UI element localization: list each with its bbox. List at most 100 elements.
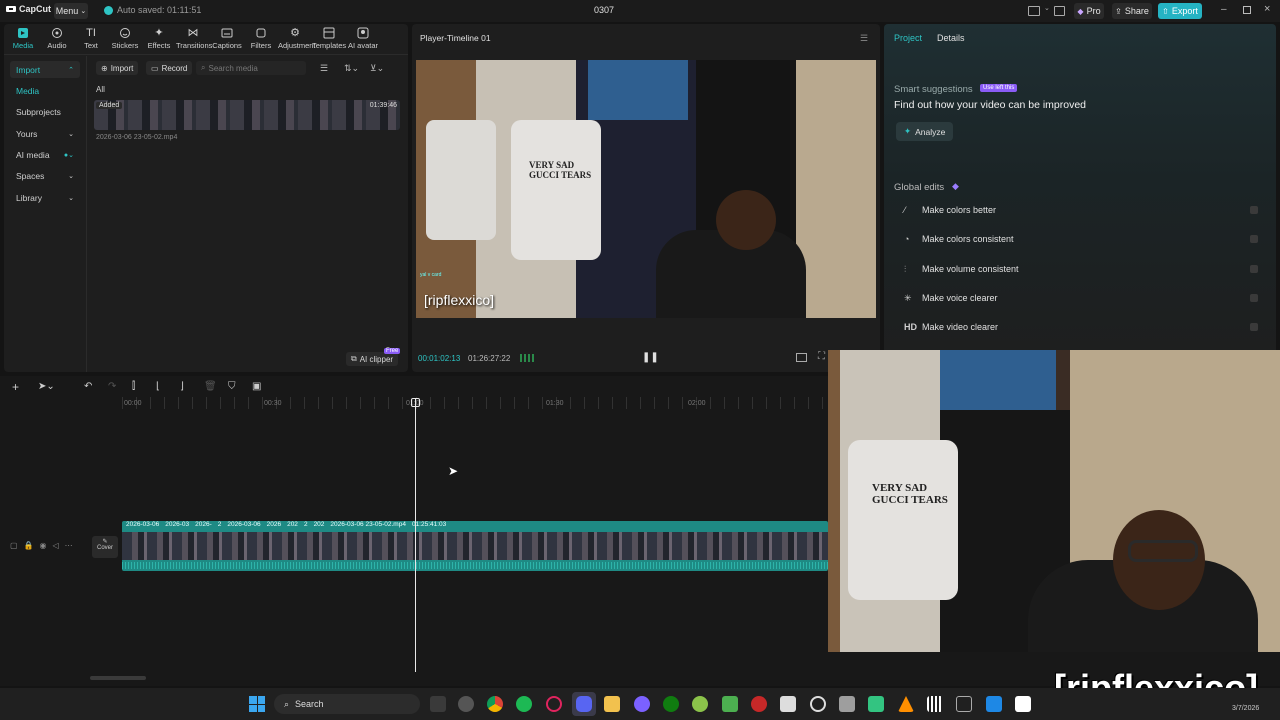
- audio-icon[interactable]: ◁: [53, 541, 65, 550]
- undo-icon[interactable]: ↶: [84, 381, 96, 393]
- trim-left-icon[interactable]: ⌊: [156, 381, 168, 393]
- project-title[interactable]: 0307: [594, 5, 614, 15]
- audio-app-icon[interactable]: [927, 696, 943, 712]
- sidebar-item-subprojects[interactable]: Subprojects: [10, 103, 80, 120]
- share-button[interactable]: ⇪ Share: [1112, 3, 1152, 19]
- clip-label: 2026-03-06: [227, 521, 261, 528]
- search-media-input[interactable]: ⌕ Search media: [196, 61, 306, 75]
- timeline-scrollbar[interactable]: [90, 676, 146, 680]
- tool-effects[interactable]: ✦ Effects: [142, 27, 176, 50]
- trim-right-icon[interactable]: ⌋: [180, 381, 192, 393]
- sidebar-item-ai-media[interactable]: AI media ●⌄: [10, 146, 80, 163]
- shortcut-icon[interactable]: [1054, 6, 1065, 16]
- edit-make-video-clearer[interactable]: HD Make video clearer: [894, 314, 1264, 340]
- minimize-icon[interactable]: –: [1221, 4, 1227, 15]
- tool-filters[interactable]: Filters: [244, 27, 278, 50]
- edit-make-voice-clearer[interactable]: ✳ Make voice clearer: [894, 285, 1264, 311]
- cover-icon[interactable]: ▢: [10, 541, 24, 550]
- cover-button[interactable]: ✎ Cover: [92, 536, 118, 558]
- webcam-overlay: VERY SAD GUCCI TEARS: [828, 350, 1280, 652]
- add-track-icon[interactable]: +: [12, 381, 24, 393]
- tool-transitions[interactable]: ⋈ Transitions: [176, 27, 212, 50]
- toggle[interactable]: [1250, 265, 1258, 273]
- capcut-taskbar-icon[interactable]: [780, 696, 796, 712]
- split-icon[interactable]: ⫿: [132, 381, 144, 393]
- layout-icon[interactable]: [1028, 6, 1040, 16]
- blue-app-icon[interactable]: [986, 696, 1002, 712]
- filter-all[interactable]: All: [96, 85, 105, 94]
- chatgpt-icon[interactable]: [810, 696, 826, 712]
- maximize-icon[interactable]: [1243, 6, 1251, 14]
- sidebar-item-import[interactable]: Import ⌃: [10, 61, 80, 78]
- toggle[interactable]: [1250, 323, 1258, 331]
- time-ruler[interactable]: [122, 397, 828, 409]
- import-button[interactable]: ⊕ Import: [96, 61, 139, 75]
- tool-audio[interactable]: Audio: [40, 27, 74, 50]
- marker-icon[interactable]: ⛉: [228, 381, 240, 393]
- tool-text[interactable]: TI Text: [74, 27, 108, 50]
- filter-icon[interactable]: ⊻⌄: [370, 63, 384, 74]
- close-icon[interactable]: ×: [1264, 3, 1270, 15]
- player-menu-icon[interactable]: ☰: [860, 33, 868, 44]
- opera-icon[interactable]: [546, 696, 562, 712]
- spotify-icon[interactable]: [516, 696, 532, 712]
- tab-details[interactable]: Details: [937, 33, 965, 43]
- app-icon[interactable]: [634, 696, 650, 712]
- fullscreen-icon[interactable]: ⛶: [818, 351, 825, 362]
- chrome-icon[interactable]: [487, 696, 503, 712]
- edit-make-colors-better[interactable]: ⁄ Make colors better: [894, 197, 1264, 223]
- android-icon[interactable]: [692, 696, 708, 712]
- visibility-icon[interactable]: ◉: [40, 541, 53, 550]
- tool-adjustment[interactable]: ⚙ Adjustment: [278, 27, 316, 50]
- chevron-down-icon[interactable]: ⌄: [1044, 4, 1050, 12]
- tool-media[interactable]: Media: [6, 27, 40, 50]
- game-icon[interactable]: [722, 696, 738, 712]
- record-button[interactable]: ▭ Record: [146, 61, 193, 75]
- xbox-icon[interactable]: [663, 696, 679, 712]
- video-preview[interactable]: VERY SAD GUCCI TEARS yal v card [ripflexx…: [416, 60, 876, 318]
- github-icon[interactable]: [458, 696, 474, 712]
- select-tool-icon[interactable]: ➤⌄: [38, 381, 55, 393]
- capcut-app-icon[interactable]: [1015, 696, 1031, 712]
- toggle[interactable]: [1250, 294, 1258, 302]
- sidebar-item-yours[interactable]: Yours ⌄: [10, 125, 80, 142]
- media-clip-thumbnail[interactable]: Added 01:39:46: [94, 100, 400, 130]
- tool-stickers[interactable]: Stickers: [108, 27, 142, 50]
- pro-button[interactable]: ◆ Pro: [1074, 3, 1104, 19]
- task-view-icon[interactable]: [430, 696, 446, 712]
- ai-clipper-button[interactable]: ⧉ AI clipper: [346, 352, 399, 366]
- grid-app-icon[interactable]: [956, 696, 972, 712]
- delete-icon[interactable]: 🗑: [204, 381, 217, 393]
- toggle[interactable]: [1250, 206, 1258, 214]
- lock-icon[interactable]: 🔒: [24, 541, 40, 550]
- pause-icon[interactable]: ❚❚: [642, 352, 659, 363]
- playhead-handle[interactable]: [411, 398, 420, 407]
- freeze-icon[interactable]: ▣: [252, 381, 264, 393]
- list-view-icon[interactable]: ☰: [320, 63, 328, 74]
- windows-start-icon[interactable]: [249, 696, 265, 712]
- edit-make-volume-consistent[interactable]: ⫶ Make volume consistent: [894, 256, 1264, 282]
- toggle[interactable]: [1250, 235, 1258, 243]
- sidebar-item-spaces[interactable]: Spaces ⌄: [10, 167, 80, 184]
- tab-project[interactable]: Project: [894, 33, 922, 43]
- sidebar-item-media[interactable]: Media: [10, 82, 80, 99]
- sheets-icon[interactable]: [868, 696, 884, 712]
- ratio-icon[interactable]: [796, 353, 807, 362]
- tool-ai-avatar[interactable]: AI avatar: [346, 27, 380, 50]
- sidebar-item-library[interactable]: Library ⌄: [10, 189, 80, 206]
- discord-icon[interactable]: [576, 696, 592, 712]
- export-button[interactable]: ⇧ Export: [1158, 3, 1202, 19]
- notepad-icon[interactable]: [839, 696, 855, 712]
- redo-icon[interactable]: ↷: [108, 381, 120, 393]
- playhead[interactable]: [415, 398, 416, 672]
- edit-make-colors-consistent[interactable]: ◔ Make colors consistent: [894, 226, 1264, 252]
- taskbar-search[interactable]: ⌕ Search: [274, 694, 420, 714]
- folder-icon[interactable]: [604, 696, 620, 712]
- analyze-button[interactable]: ✦ Analyze: [896, 122, 954, 141]
- record-app-icon[interactable]: [751, 696, 767, 712]
- tool-captions[interactable]: Captions: [210, 27, 244, 50]
- menu-button[interactable]: Menu ⌄: [54, 3, 88, 19]
- tool-templates[interactable]: Templates: [312, 27, 346, 50]
- sort-icon[interactable]: ⇅⌄: [344, 63, 359, 74]
- more-icon[interactable]: ⋯: [65, 541, 79, 550]
